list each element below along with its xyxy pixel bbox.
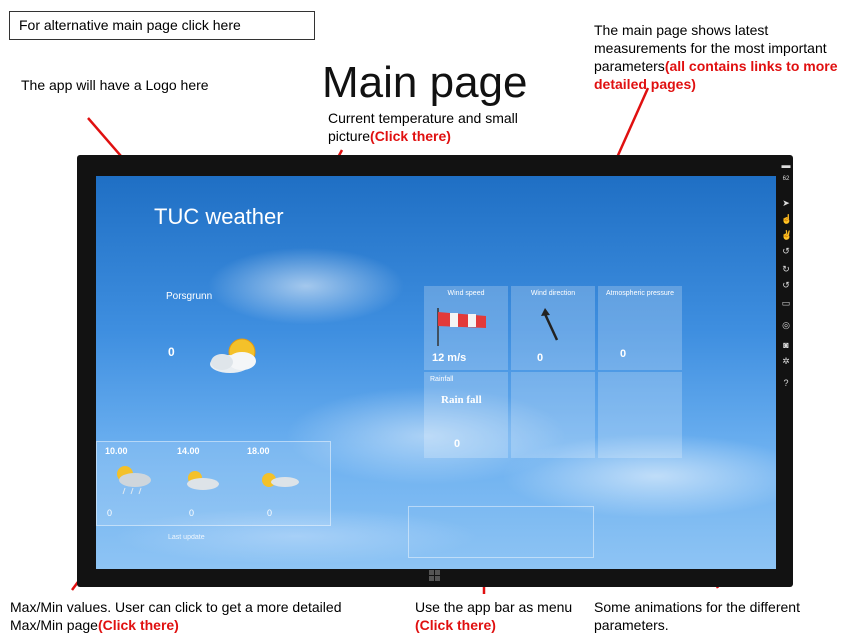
maxmin-panel[interactable]: 10.00 14.00 18.00 0 0 0 <box>96 441 331 526</box>
appbar-note-text: Use the app bar as menu <box>415 599 573 615</box>
pressure-value: 0 <box>620 348 627 360</box>
resolution-icon[interactable]: ▭ <box>781 298 791 308</box>
app-screen: TUC weather Porsgrunn 0 10.00 14.00 18.0… <box>96 176 776 569</box>
sun-cloud-icon[interactable] <box>202 334 268 378</box>
windows-start-icon[interactable] <box>429 570 441 582</box>
animations-note: Some animations for the different parame… <box>594 599 800 633</box>
wind-speed-value: 12 m/s <box>432 352 467 364</box>
sun-cloud-small-icon <box>187 471 219 490</box>
touch-icon[interactable]: ☝ <box>781 214 792 224</box>
wind-direction-value: 0 <box>537 352 544 364</box>
last-update-label: Last update <box>168 534 205 541</box>
wind-direction-tile[interactable]: Wind direction 0 <box>511 286 595 370</box>
wind-direction-arrow-icon <box>541 308 559 341</box>
pressure-tile[interactable]: Atmospheric pressure 0 <box>598 286 682 370</box>
maxmin-note: Max/Min values. User can click to get a … <box>10 598 380 634</box>
emulator-toolbar: ▬ 62 ➤ ☝ ✌ ↺ ↻ ↺ ▭ ◎ ◙ ✲ ? <box>779 160 793 400</box>
rainfall-label: Rainfall <box>430 376 454 383</box>
rainfall-tile[interactable]: Rainfall Rain fall 0 <box>424 372 508 458</box>
forecast-value-3: 0 <box>267 508 273 518</box>
pinch-icon[interactable]: ✌ <box>781 230 792 240</box>
location-icon[interactable]: ◎ <box>781 320 791 330</box>
empty-tile-1[interactable] <box>511 372 595 458</box>
city-label: Porsgrunn <box>166 291 213 302</box>
pointer-icon[interactable]: ➤ <box>781 198 791 208</box>
forecast-value-1: 0 <box>107 508 113 518</box>
rotate-clockwise-icon[interactable]: ↻ <box>781 264 791 274</box>
zoom-level: 62 <box>782 176 790 182</box>
app-title: TUC weather <box>154 204 284 229</box>
rainfall-value: 0 <box>454 438 461 450</box>
maxmin-click-link[interactable]: (Click there) <box>98 617 179 633</box>
forecast-value-2: 0 <box>189 508 195 518</box>
sun-rain-cloud-icon <box>117 466 151 495</box>
appbar-click-link[interactable]: (Click there) <box>415 617 496 633</box>
settings-icon[interactable]: ✲ <box>781 356 791 366</box>
forecast-time-2: 14.00 <box>177 446 200 456</box>
current-temperature[interactable]: 0 <box>168 345 175 359</box>
rainfall-heading: Rain fall <box>441 394 482 406</box>
empty-tile-2[interactable] <box>598 372 682 458</box>
help-icon[interactable]: ? <box>781 378 791 388</box>
forecast-time-1: 10.00 <box>105 446 128 456</box>
wind-direction-label: Wind direction <box>530 290 576 297</box>
forecast-time-3: 18.00 <box>247 446 270 456</box>
rotate-touch-icon[interactable]: ↺ <box>781 246 791 256</box>
pressure-label: Atmospheric pressure <box>605 290 675 297</box>
app-bar-area[interactable] <box>408 506 594 558</box>
wind-speed-label: Wind speed <box>447 290 485 297</box>
appbar-note: Use the app bar as menu (Click there) <box>415 598 585 634</box>
windsock-icon <box>437 308 486 346</box>
minimize-icon[interactable]: ▬ <box>781 160 791 170</box>
sun-cloud-small-icon-2 <box>262 473 299 487</box>
screenshot-icon[interactable]: ◙ <box>781 340 791 350</box>
wind-speed-tile[interactable]: Wind speed 12 m/s <box>424 286 508 370</box>
rotate-counterclockwise-icon[interactable]: ↺ <box>781 280 791 290</box>
